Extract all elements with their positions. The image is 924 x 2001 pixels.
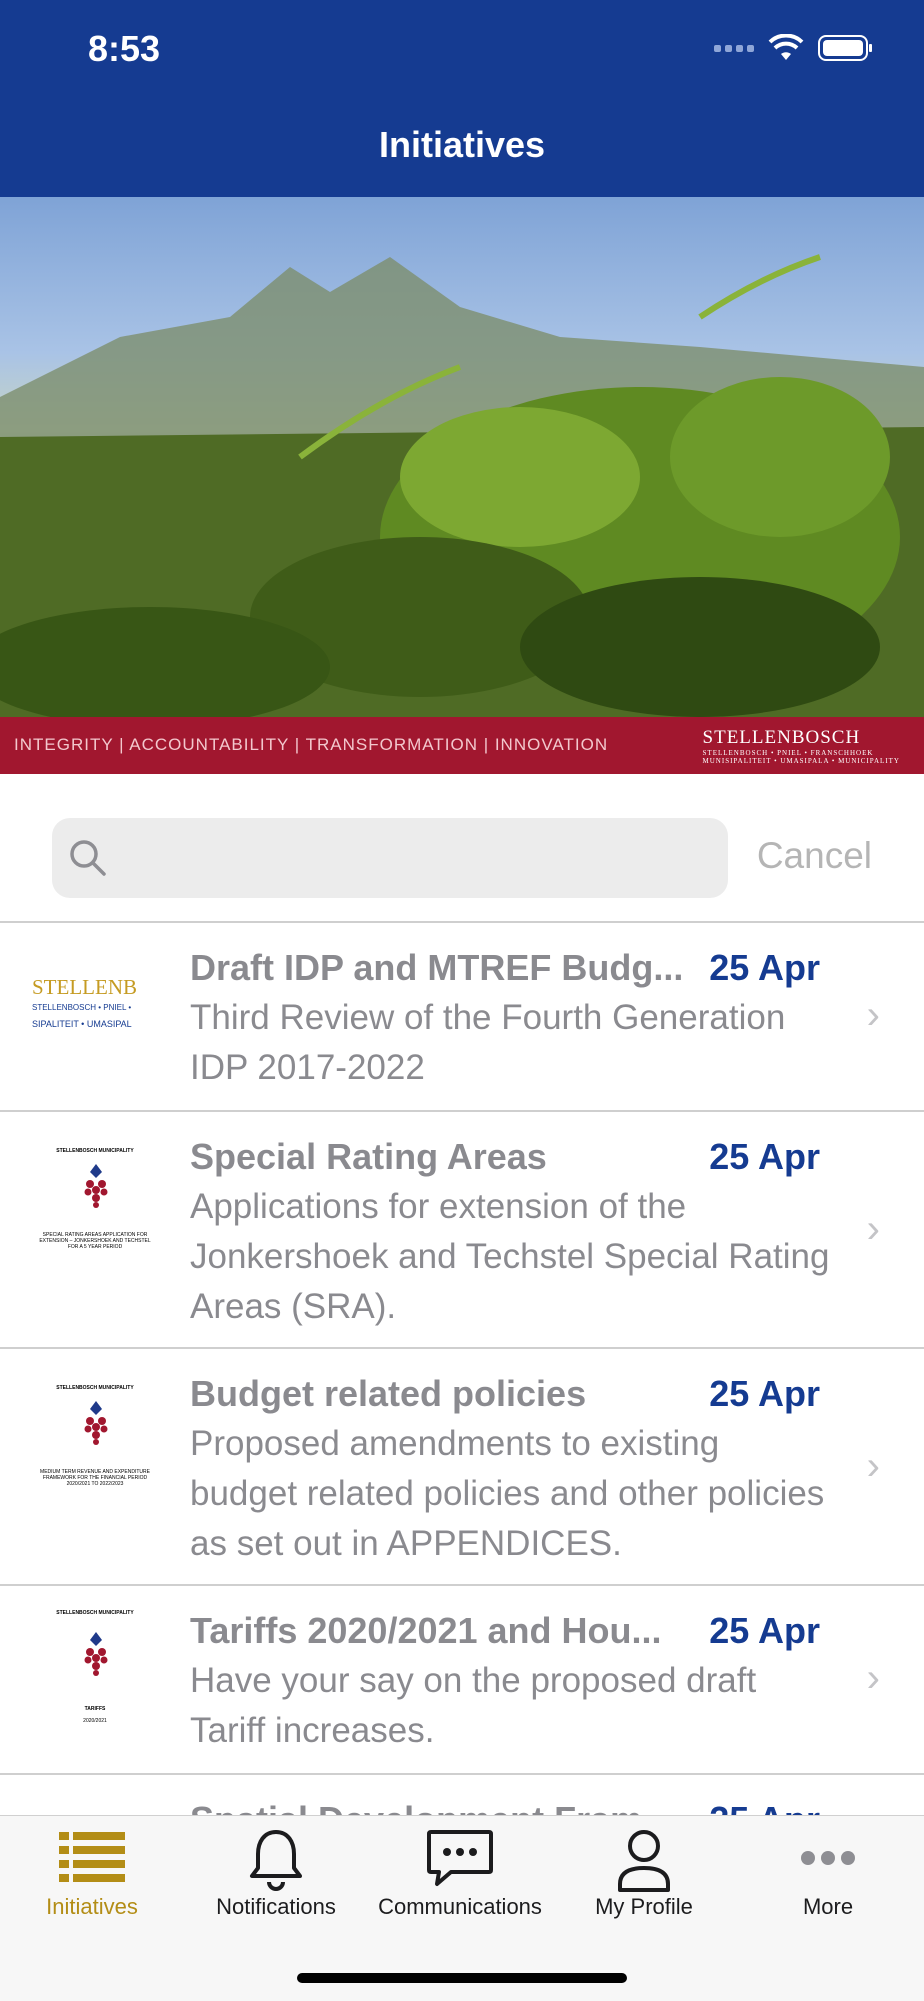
- tab-more[interactable]: More: [736, 1816, 920, 1936]
- battery-icon: [818, 35, 872, 61]
- item-date: 25 Apr: [709, 947, 820, 988]
- item-description: Have your say on the proposed draft Tari…: [190, 1661, 757, 1750]
- municipal-crest-icon: [84, 1164, 108, 1208]
- tab-communications[interactable]: Communications: [368, 1816, 552, 1936]
- search-input[interactable]: [110, 828, 714, 890]
- more-dots-icon: [801, 1851, 855, 1865]
- chevron-right-icon: ›: [866, 1444, 880, 1488]
- item-thumbnail: STELLENBOSCH MUNICIPALITY TARIFFS 2020/2…: [56, 1610, 134, 1724]
- item-date: 25 Apr: [709, 1373, 820, 1414]
- item-description: Applications for extension of the Jonker…: [190, 1187, 830, 1326]
- item-thumbnail: STELLENBOSCH MUNICIPALITY SPECIAL RATING…: [39, 1148, 151, 1250]
- list-icon: [59, 1832, 125, 1882]
- search-icon: [70, 840, 106, 876]
- chevron-right-icon: ›: [866, 1656, 880, 1700]
- list-item[interactable]: STELLENBOSCH MUNICIPALITY MEDIUM TERM RE…: [0, 1347, 924, 1584]
- item-description: Third Review of the Fourth Generation ID…: [190, 998, 786, 1087]
- chat-bubble-icon: [427, 1830, 493, 1886]
- item-thumbnail: STELLENB STELLENBOSCH • PNIEL • SIPALITE…: [32, 975, 137, 1029]
- chevron-right-icon: ›: [866, 1207, 880, 1251]
- stellenbosch-logo: STELLENBOSCH STELLENBOSCH • PNIEL • FRAN…: [702, 727, 900, 765]
- list-item[interactable]: STELLENBOSCH MUNICIPALITY TARIFFS 2020/2…: [0, 1584, 924, 1773]
- tab-label: Notifications: [216, 1894, 336, 1919]
- wifi-icon: [768, 34, 804, 60]
- cancel-button[interactable]: Cancel: [757, 835, 872, 877]
- navigation-bar: 8:53 Initiatives: [0, 0, 924, 197]
- tab-label: Initiatives: [46, 1894, 138, 1919]
- tab-notifications[interactable]: Notifications: [184, 1816, 368, 1936]
- item-date: 25 Apr: [709, 1610, 820, 1651]
- initiatives-list: STELLENB STELLENBOSCH • PNIEL • SIPALITE…: [0, 921, 924, 1833]
- item-title: Budget related policies: [190, 1373, 587, 1414]
- status-time: 8:53: [88, 28, 161, 69]
- home-indicator[interactable]: [297, 1973, 627, 1983]
- item-title: Draft IDP and MTREF Budg...: [190, 947, 684, 988]
- municipal-crest-icon: [84, 1632, 108, 1676]
- tab-my-profile[interactable]: My Profile: [552, 1816, 736, 1936]
- item-title: Special Rating Areas: [190, 1136, 547, 1177]
- status-icons: [714, 34, 874, 62]
- item-date: 25 Apr: [709, 1136, 820, 1177]
- item-description: Proposed amendments to existing budget r…: [190, 1424, 825, 1563]
- tab-label: My Profile: [595, 1894, 693, 1919]
- list-item[interactable]: STELLENBOSCH MUNICIPALITY SPECIAL RATING…: [0, 1110, 924, 1347]
- item-title: Tariffs 2020/2021 and Hou...: [190, 1610, 662, 1651]
- list-item[interactable]: STELLENB STELLENBOSCH • PNIEL • SIPALITE…: [0, 921, 924, 1110]
- tab-label: Communications: [378, 1894, 542, 1919]
- hero-image: [0, 197, 924, 717]
- municipal-crest-icon: [84, 1401, 108, 1445]
- person-icon: [618, 1830, 670, 1892]
- banner-tagline: INTEGRITY | ACCOUNTABILITY | TRANSFORMAT…: [14, 735, 609, 754]
- item-thumbnail: STELLENBOSCH MUNICIPALITY MEDIUM TERM RE…: [40, 1385, 150, 1487]
- tab-label: More: [802, 1894, 854, 1919]
- chevron-right-icon: ›: [866, 993, 880, 1037]
- page-title: Initiatives: [378, 124, 546, 165]
- tab-initiatives[interactable]: Initiatives: [0, 1816, 184, 1936]
- brand-banner: INTEGRITY | ACCOUNTABILITY | TRANSFORMAT…: [0, 717, 924, 774]
- signal-icon: [714, 44, 754, 52]
- bell-icon: [250, 1830, 302, 1891]
